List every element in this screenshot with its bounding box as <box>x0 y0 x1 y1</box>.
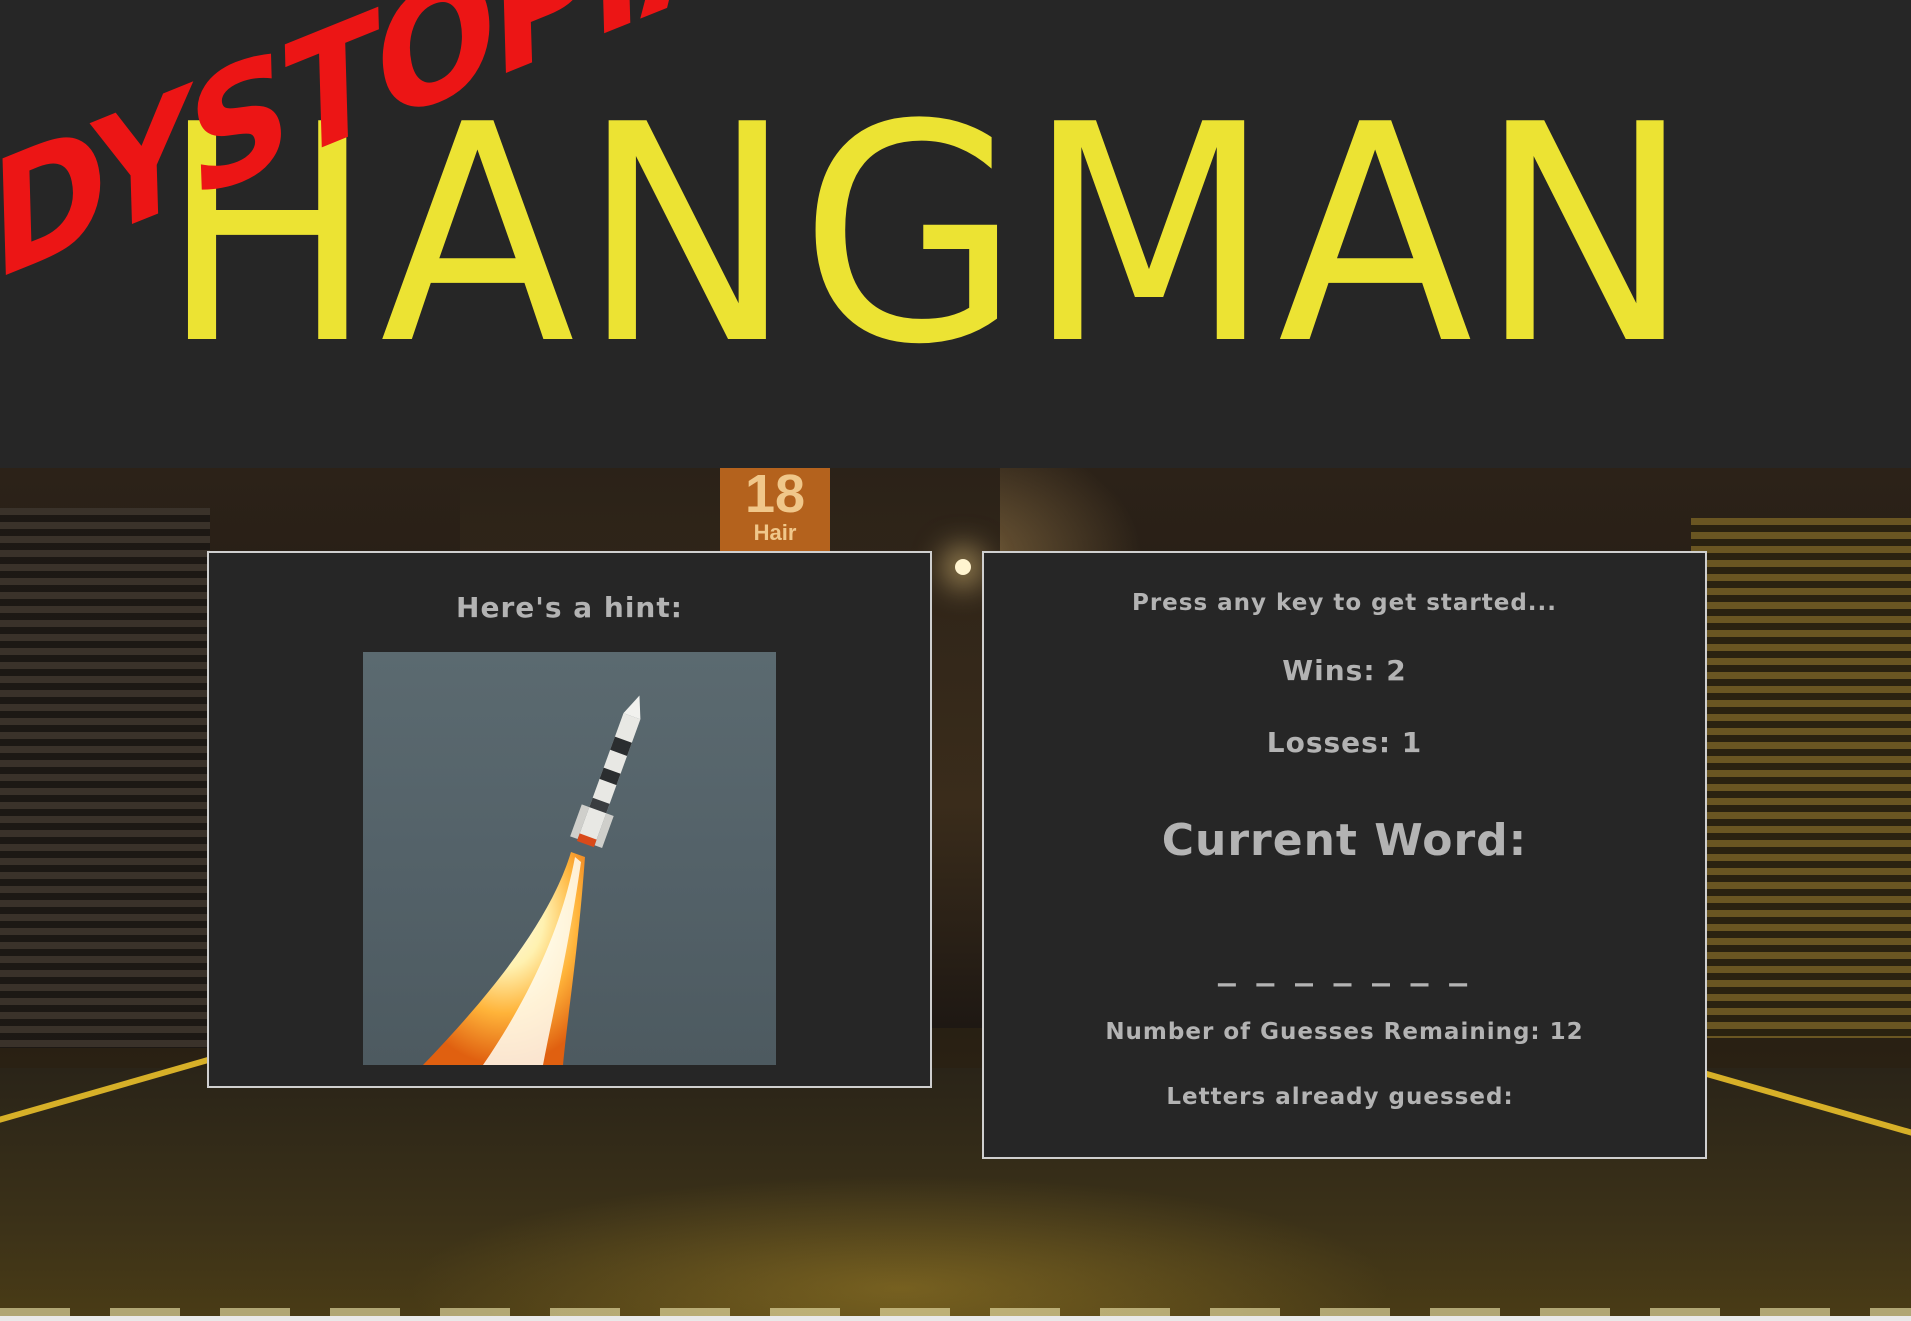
wins-counter: Wins: 2 <box>984 654 1705 688</box>
current-word-blanks: _ _ _ _ _ _ _ <box>1217 946 1472 987</box>
losses-counter: Losses: 1 <box>984 726 1705 760</box>
current-word-label: Current Word: <box>1161 815 1528 866</box>
letters-guessed-label: Letters already guessed: <box>1166 1084 1514 1110</box>
shop-sign: 18 Hair <box>720 468 830 552</box>
hint-label: Here's a hint: <box>456 591 683 624</box>
left-shutter <box>0 508 210 1048</box>
wins-value: 2 <box>1386 654 1407 687</box>
guesses-value: 12 <box>1549 1019 1584 1045</box>
shop-sign-word: Hair <box>753 520 797 545</box>
right-shutter <box>1691 518 1911 1038</box>
guesses-label: Number of Guesses Remaining: <box>1105 1019 1541 1045</box>
game-page: 18 Hair HANGMAN DYSTOPIA Here's a hint: <box>0 0 1911 1321</box>
shop-sign-number: 18 <box>744 468 806 524</box>
guesses-remaining: Number of Guesses Remaining: 12 <box>984 1018 1705 1046</box>
rocket-launch-image <box>363 652 776 1065</box>
hint-panel: Here's a hint: <box>207 551 932 1088</box>
page-header: HANGMAN DYSTOPIA <box>0 0 1911 468</box>
start-prompt: Press any key to get started... <box>1131 590 1558 616</box>
letters-guessed: Letters already guessed: <box>984 1083 1705 1111</box>
status-panel: Press any key to get started... Wins: 2 … <box>982 551 1707 1159</box>
wins-label: Wins: <box>1282 654 1376 687</box>
street-light <box>955 559 971 575</box>
page-bottom-edge <box>0 1316 1911 1321</box>
rocket-icon <box>423 695 641 1065</box>
losses-label: Losses: <box>1266 726 1392 759</box>
losses-value: 1 <box>1401 726 1423 759</box>
